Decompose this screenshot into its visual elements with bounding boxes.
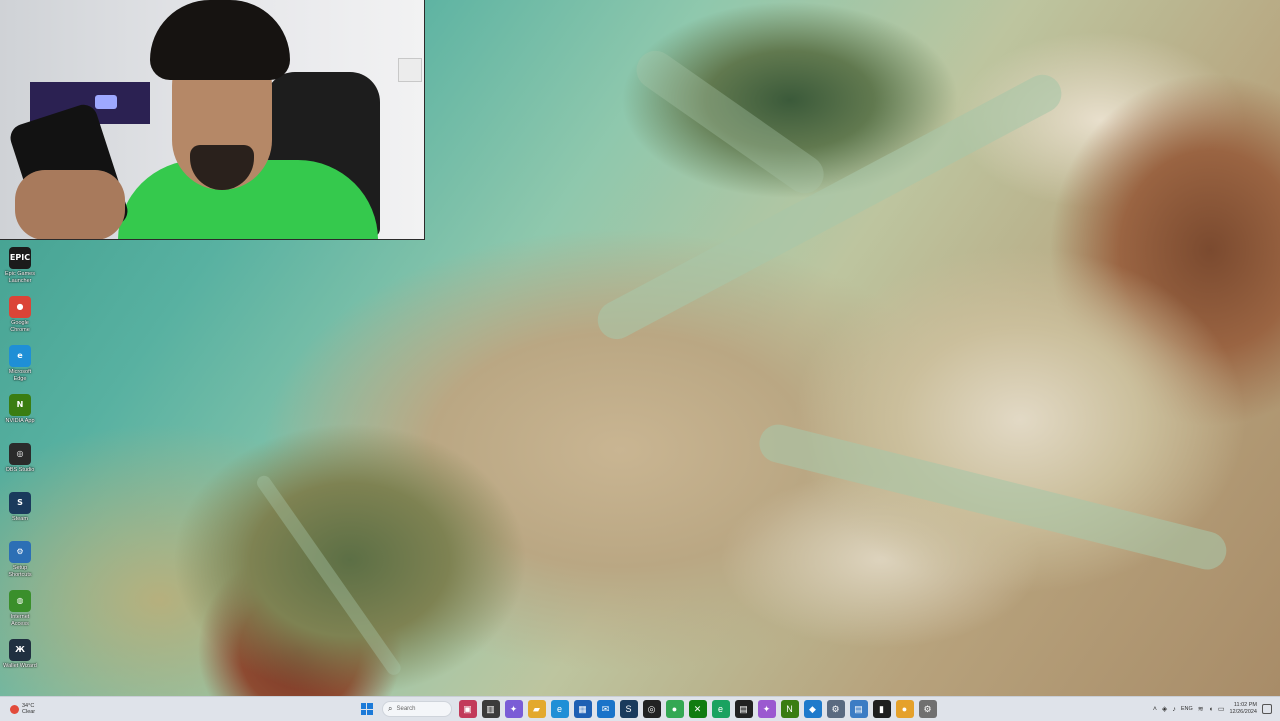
desktop-shortcut-label: Internet Access bbox=[10, 614, 30, 627]
desktop-shortcut[interactable]: ◎ OBS Studio bbox=[3, 443, 37, 474]
epic-games-icon: EPIC bbox=[9, 247, 31, 269]
desktop-shortcut[interactable]: EPIC Epic Games Launcher bbox=[3, 247, 37, 284]
desktop-shortcut[interactable]: ◍ Internet Access bbox=[3, 590, 37, 627]
taskbar-app-button[interactable]: ● bbox=[665, 700, 684, 718]
taskbar: 34°C Clear ⌕ Search ▣ ▥ ✦ ▰ e ▦ ✉ S ◎ ● ✕ e ▤ ✦ N ◆ ⚙ ▤ ▮ ●… bbox=[0, 696, 1280, 721]
windows-icon bbox=[360, 703, 373, 715]
store-icon: ▦ bbox=[578, 703, 587, 714]
network-icon[interactable]: ◈ bbox=[1162, 705, 1167, 713]
taskbar-app-button[interactable]: ✕ bbox=[688, 700, 707, 718]
notification-bell-icon[interactable] bbox=[1262, 704, 1272, 714]
chrome-canary-icon: ● bbox=[901, 704, 908, 714]
taskbar-app-button[interactable]: ▮ bbox=[872, 700, 891, 718]
desktop-shortcut-label: Microsoft Edge bbox=[8, 369, 32, 382]
edge-dev-icon: e bbox=[717, 704, 723, 714]
taskbar-app-button[interactable]: ✦ bbox=[504, 700, 523, 718]
weather-condition: Clear bbox=[22, 709, 36, 715]
chevron-up-icon[interactable]: ˄ bbox=[1153, 706, 1157, 713]
volume-icon[interactable]: ♪ bbox=[1172, 706, 1176, 713]
search-placeholder: Search bbox=[396, 706, 416, 712]
notepad-icon: ▤ bbox=[854, 703, 863, 714]
media-icon: ▣ bbox=[463, 703, 472, 714]
steam-icon: S bbox=[9, 492, 31, 514]
settings-icon: ⚙ bbox=[831, 703, 840, 714]
app-icon: Ж bbox=[9, 639, 31, 661]
nvidia-icon: N bbox=[9, 394, 31, 416]
taskbar-app-button[interactable]: ▤ bbox=[849, 700, 868, 718]
webcam-overlay bbox=[0, 0, 425, 240]
task-view-icon: ▥ bbox=[486, 703, 495, 714]
desktop-shortcut[interactable]: S Steam bbox=[3, 492, 37, 523]
desktop-shortcut[interactable]: e Microsoft Edge bbox=[3, 345, 37, 382]
gear-icon: ⚙ bbox=[923, 703, 932, 714]
search-icon: ⌕ bbox=[388, 704, 393, 713]
taskbar-app-button[interactable]: ⚙ bbox=[826, 700, 845, 718]
taskbar-app-button[interactable]: ⚙ bbox=[918, 700, 937, 718]
taskbar-app-button[interactable]: ● bbox=[895, 700, 914, 718]
clock[interactable]: 11:02 PM 12/26/2024 bbox=[1229, 702, 1257, 716]
taskbar-app-button[interactable]: ▣ bbox=[458, 700, 477, 718]
steam-icon: S bbox=[625, 704, 632, 714]
copilot-app-icon: ✦ bbox=[762, 703, 771, 714]
desktop-shortcut-label: Steam bbox=[12, 516, 28, 522]
taskbar-app-button[interactable]: ▥ bbox=[481, 700, 500, 718]
system-tray: ˄ ◈ ♪ ENG ≋ ◖ ▭ 11:02 PM 12/26/2024 bbox=[1153, 697, 1272, 721]
taskbar-app-button[interactable]: ✉ bbox=[596, 700, 615, 718]
edge-icon: e bbox=[9, 345, 31, 367]
desktop-shortcut-label: OBS Studio bbox=[5, 467, 35, 473]
taskbar-search[interactable]: ⌕ Search bbox=[382, 701, 452, 717]
xbox-icon: ✕ bbox=[693, 703, 702, 714]
taskbar-app-button[interactable]: ✦ bbox=[757, 700, 776, 718]
globe-icon: ◍ bbox=[9, 590, 31, 612]
desktop-shortcut[interactable]: ● Google Chrome bbox=[3, 296, 37, 333]
mail-icon: ✉ bbox=[601, 703, 610, 714]
edge-icon: e bbox=[556, 704, 562, 714]
taskbar-app-button[interactable]: e bbox=[550, 700, 569, 718]
taskbar-app-button[interactable]: ▰ bbox=[527, 700, 546, 718]
battery-icon[interactable]: ▭ bbox=[1218, 705, 1225, 713]
taskbar-app-button[interactable]: ▤ bbox=[734, 700, 753, 718]
desktop-shortcut[interactable]: Ж Wallet Wizard bbox=[3, 639, 37, 670]
person-hair bbox=[150, 0, 290, 80]
taskbar-app-button[interactable]: S bbox=[619, 700, 638, 718]
nvidia-icon: N bbox=[786, 704, 793, 714]
language-indicator[interactable]: ENG bbox=[1181, 706, 1193, 712]
chrome-icon: ● bbox=[9, 296, 31, 318]
taskbar-app-button[interactable]: e bbox=[711, 700, 730, 718]
vscode-icon: ◆ bbox=[809, 703, 816, 714]
clock-date: 12/26/2024 bbox=[1229, 709, 1257, 715]
gear-icon: ⚙ bbox=[9, 541, 31, 563]
desktop-shortcut[interactable]: N NVIDIA App bbox=[3, 394, 37, 425]
wifi-icon[interactable]: ≋ bbox=[1198, 705, 1204, 713]
chrome-icon: ● bbox=[671, 704, 678, 714]
obs-icon: ◎ bbox=[647, 703, 656, 714]
start-button[interactable] bbox=[358, 700, 376, 718]
taskbar-app-button[interactable]: ◆ bbox=[803, 700, 822, 718]
file-explorer-icon: ▰ bbox=[533, 703, 540, 714]
terminal-icon: ▤ bbox=[739, 703, 748, 714]
taskbar-center: ⌕ Search ▣ ▥ ✦ ▰ e ▦ ✉ S ◎ ● ✕ e ▤ ✦ N ◆ ⚙ ▤ ▮ ● ⚙ bbox=[355, 697, 939, 721]
desktop-shortcut-label: Google Chrome bbox=[10, 320, 30, 333]
taskbar-app-button[interactable]: N bbox=[780, 700, 799, 718]
person-hand bbox=[15, 170, 125, 239]
wall-outlet bbox=[398, 58, 422, 82]
weather-icon bbox=[10, 704, 19, 714]
taskbar-app-button[interactable]: ◎ bbox=[642, 700, 661, 718]
desktop-shortcut-label: Wallet Wizard bbox=[3, 663, 37, 669]
copilot-icon: ✦ bbox=[509, 703, 518, 714]
obs-icon: ◎ bbox=[9, 443, 31, 465]
recorder-icon: ▮ bbox=[879, 703, 884, 714]
taskbar-app-button[interactable]: ▦ bbox=[573, 700, 592, 718]
clock-time: 11:02 PM bbox=[1233, 702, 1257, 708]
desktop-shortcut-label: NVIDIA App bbox=[5, 418, 35, 424]
desktop-shortcut-label: Setup Shortcuts bbox=[8, 565, 32, 578]
weather-widget[interactable]: 34°C Clear bbox=[10, 700, 35, 718]
speaker-icon[interactable]: ◖ bbox=[1209, 706, 1213, 713]
desktop-shortcut[interactable]: ⚙ Setup Shortcuts bbox=[3, 541, 37, 578]
desktop-shortcut-label: Epic Games Launcher bbox=[5, 271, 35, 284]
